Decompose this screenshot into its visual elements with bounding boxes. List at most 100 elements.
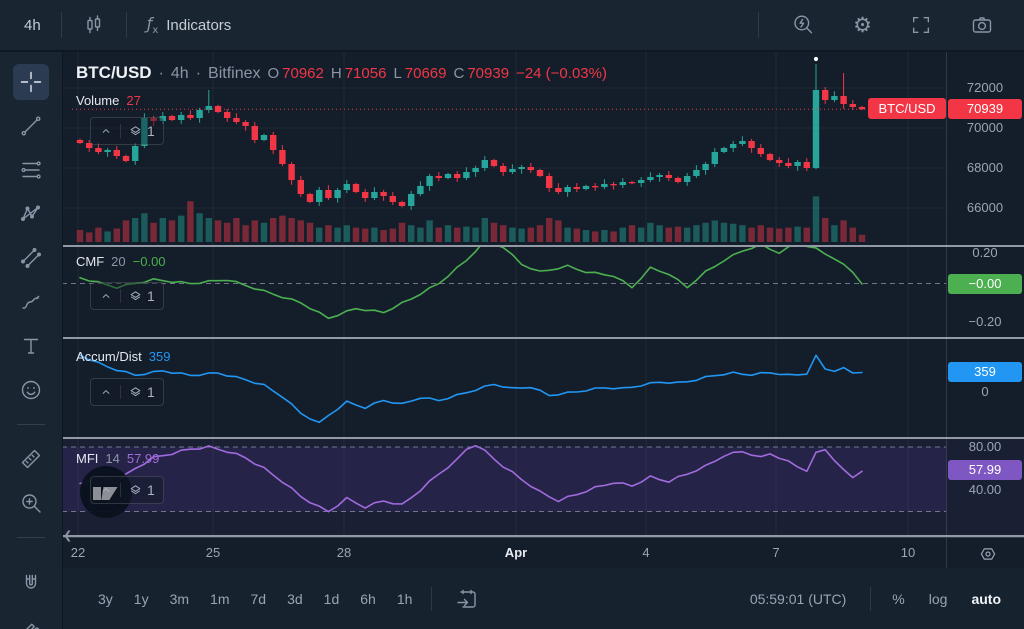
- pane-objects-button[interactable]: 1: [128, 288, 155, 304]
- pane-separator[interactable]: [62, 245, 1024, 247]
- go-to-date-button[interactable]: [449, 586, 485, 612]
- go-to-date-icon: [455, 587, 479, 611]
- timezone-clock-button[interactable]: 05:59:01 (UTC): [744, 590, 852, 608]
- mfi-pane-controls: 1: [90, 476, 164, 504]
- symbol-name[interactable]: BTC/USD: [76, 63, 152, 83]
- change-value: −24 (−0.03%): [516, 65, 607, 82]
- collapse-pane-button[interactable]: [99, 483, 113, 497]
- accum-dist-title[interactable]: Accum/Dist: [76, 349, 142, 364]
- axis-tick-label: 0: [948, 384, 1022, 400]
- cmf-value: −0.00: [133, 254, 166, 269]
- range-1d-button[interactable]: 1d: [322, 589, 342, 609]
- pane-separator[interactable]: [62, 337, 1024, 339]
- brush-tool-button[interactable]: [13, 284, 49, 320]
- layers-icon: [128, 483, 143, 498]
- xabcd-pattern-icon: [19, 201, 43, 227]
- accum-dist-value: 359: [149, 349, 171, 364]
- time-axis-label: 7: [772, 545, 779, 560]
- top-toolbar-right: ⚙: [758, 9, 1024, 41]
- time-axis[interactable]: 222528Apr4710: [62, 537, 1024, 569]
- log-scale-button[interactable]: log: [926, 589, 951, 609]
- collapse-pane-button[interactable]: [99, 385, 113, 399]
- cmf-title[interactable]: CMF: [76, 254, 104, 269]
- lock-drawings-tool-button[interactable]: [13, 610, 49, 629]
- text-tool-button[interactable]: [13, 328, 49, 364]
- toolbar-divider: [126, 12, 127, 38]
- camera-icon: [970, 13, 994, 37]
- collapse-toolbar-arrow-icon[interactable]: ❮: [57, 528, 78, 543]
- range-3m-button[interactable]: 3m: [168, 589, 191, 609]
- percent-scale-button[interactable]: %: [889, 589, 907, 609]
- fx-icon: ƒx: [147, 14, 159, 36]
- chevron-up-icon: [99, 124, 113, 138]
- cmf-pane[interactable]: [62, 247, 1024, 337]
- price-axis-border[interactable]: [946, 52, 947, 537]
- mfi-value: 57.99: [127, 451, 160, 466]
- range-1h-button[interactable]: 1h: [395, 589, 415, 609]
- accum-dist-pane-canvas[interactable]: [62, 339, 1024, 437]
- controls-divider: [120, 483, 121, 497]
- fib-retracement-icon: [19, 157, 43, 183]
- accum-dist-pane[interactable]: [62, 339, 1024, 437]
- fib-retracement-tool-button[interactable]: [13, 152, 49, 188]
- pane-separator[interactable]: [62, 437, 1024, 439]
- chart-style-button[interactable]: [76, 9, 112, 41]
- volume-label[interactable]: Volume: [76, 93, 119, 108]
- pane-objects-button[interactable]: 1: [128, 123, 155, 139]
- mfi-pane[interactable]: [62, 439, 1024, 535]
- price-line-symbol-tag[interactable]: BTC/USD: [868, 98, 946, 119]
- zoom-in-tool-button[interactable]: [13, 485, 49, 521]
- axis-tick-label: 72000: [948, 80, 1022, 96]
- close-value: 70939: [467, 65, 509, 82]
- drawing-toolbar: [0, 52, 63, 629]
- fullscreen-button[interactable]: [904, 10, 938, 40]
- time-axis-settings-button[interactable]: [968, 541, 1008, 567]
- snapshot-button[interactable]: [964, 9, 1000, 41]
- range-7d-button[interactable]: 7d: [249, 589, 269, 609]
- collapse-pane-button[interactable]: [99, 289, 113, 303]
- layers-icon: [128, 385, 143, 400]
- mfi-pane-canvas[interactable]: [62, 439, 1024, 535]
- mfi-title[interactable]: MFI: [76, 451, 98, 466]
- xabcd-pattern-tool-button[interactable]: [13, 196, 49, 232]
- legend-exchange[interactable]: Bitfinex: [208, 65, 260, 83]
- text-icon: [19, 333, 43, 359]
- interval-label: 4h: [24, 17, 41, 34]
- trend-line-tool-button[interactable]: [13, 108, 49, 144]
- accum-dist-pane-controls: 1: [90, 378, 164, 406]
- open-label: O: [267, 65, 279, 82]
- parallel-channel-tool-button[interactable]: [13, 240, 49, 276]
- chevron-up-icon: [99, 483, 113, 497]
- gear-icon: ⚙: [853, 15, 872, 36]
- controls-divider: [120, 385, 121, 399]
- range-6h-button[interactable]: 6h: [358, 589, 378, 609]
- pane-objects-button[interactable]: 1: [128, 482, 155, 498]
- indicators-button[interactable]: ƒx Indicators: [141, 10, 238, 40]
- hexagon-settings-icon: [977, 543, 999, 565]
- crosshair-tool-button[interactable]: [13, 64, 49, 100]
- cmf-pane-canvas[interactable]: [62, 247, 1024, 337]
- range-3d-button[interactable]: 3d: [285, 589, 305, 609]
- chart-area[interactable]: BTC/USD · 4h · Bitfinex O 70962 H 71056 …: [62, 52, 1024, 537]
- pane-objects-button[interactable]: 1: [128, 384, 155, 400]
- magnet-tool-button[interactable]: [13, 566, 49, 602]
- range-1y-button[interactable]: 1y: [132, 589, 151, 609]
- emoji-tool-button[interactable]: [13, 372, 49, 408]
- range-1m-button[interactable]: 1m: [208, 589, 231, 609]
- interval-button[interactable]: 4h: [18, 13, 47, 38]
- crosshair-icon: [19, 69, 43, 95]
- time-axis-label: 22: [71, 545, 85, 560]
- objects-count: 1: [147, 123, 155, 139]
- last-price-badge: 70939: [948, 99, 1022, 119]
- settings-button[interactable]: ⚙: [847, 11, 878, 40]
- auto-scale-button[interactable]: auto: [968, 589, 1004, 609]
- collapse-pane-button[interactable]: [99, 124, 113, 138]
- measure-tool-button[interactable]: [13, 441, 49, 477]
- legend-interval[interactable]: 4h: [171, 65, 189, 83]
- controls-divider: [120, 124, 121, 138]
- range-3y-button[interactable]: 3y: [96, 589, 115, 609]
- pencil-lock-icon: [19, 615, 43, 629]
- quick-search-button[interactable]: [785, 9, 821, 41]
- cmf-param: 20: [111, 254, 125, 269]
- cmf-legend: CMF 20 −0.00: [76, 254, 166, 269]
